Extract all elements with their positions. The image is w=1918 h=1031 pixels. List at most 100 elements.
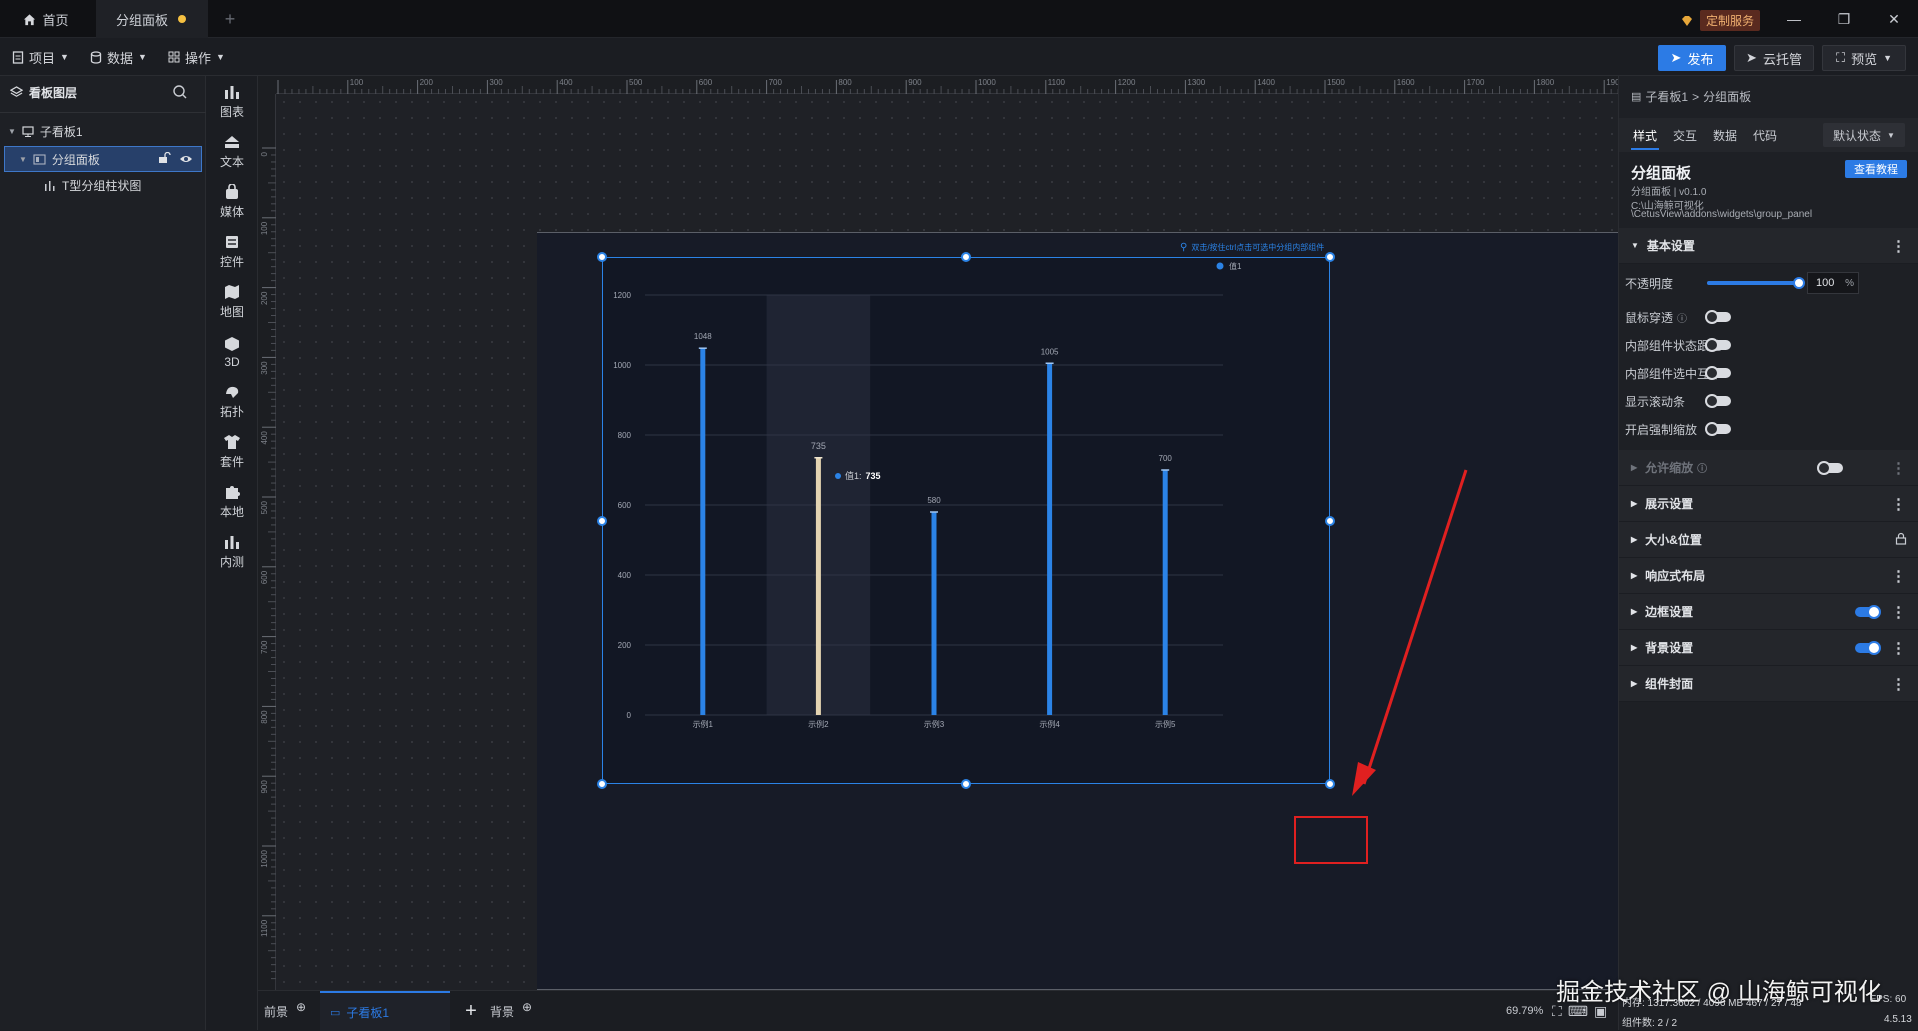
- tab-data[interactable]: 数据: [1713, 127, 1737, 144]
- border-toggle[interactable]: [1855, 605, 1881, 619]
- more-icon[interactable]: ⋮: [1891, 237, 1906, 255]
- home-icon: [24, 13, 36, 25]
- mouse-through-toggle[interactable]: [1705, 310, 1731, 324]
- layer-item-sub-board[interactable]: ▼ 子看板1: [4, 118, 202, 144]
- more-icon[interactable]: ⋮: [1891, 603, 1906, 621]
- opacity-slider-knob[interactable]: [1793, 277, 1805, 289]
- bar[interactable]: [931, 512, 937, 715]
- section-cover[interactable]: ▶ 组件封面 ⋮: [1619, 666, 1918, 702]
- ruler-left[interactable]: 0 100 200 300 400 500 600 700 800 900 1000 1100: [258, 94, 276, 990]
- layer-item-bar-chart[interactable]: T型分组柱状图: [4, 172, 202, 198]
- ruler-label: 1700: [1467, 78, 1485, 87]
- resize-handle[interactable]: [1325, 252, 1335, 262]
- layer-item-group-panel[interactable]: ▼ 分组面板: [4, 146, 202, 172]
- rail-item-chart[interactable]: 图表: [206, 76, 258, 128]
- ruler-left-ticks: 0 100 200 300 400 500 600 700 800 900 1000 1100: [260, 147, 276, 980]
- resize-handle[interactable]: [961, 779, 971, 789]
- state-follow-toggle[interactable]: [1705, 338, 1731, 352]
- new-tab-button[interactable]: +: [216, 0, 244, 38]
- opacity-value: 100: [1816, 277, 1835, 289]
- bar[interactable]: [700, 348, 706, 715]
- allow-zoom-toggle[interactable]: [1817, 461, 1843, 475]
- custom-service-button[interactable]: 定制服务: [1680, 10, 1761, 31]
- bar[interactable]: [1047, 363, 1053, 715]
- section-responsive[interactable]: ▶ 响应式布局 ⋮: [1619, 558, 1918, 594]
- lock-icon[interactable]: [1895, 532, 1907, 548]
- legend-label[interactable]: 值1: [1229, 261, 1242, 271]
- force-scale-toggle[interactable]: [1705, 422, 1731, 436]
- caret-right-icon: ▶: [1631, 463, 1638, 472]
- close-button[interactable]: ✕: [1872, 0, 1916, 38]
- more-icon[interactable]: ⋮: [1891, 459, 1906, 477]
- rail-item-beta[interactable]: 内测: [206, 526, 258, 578]
- bar[interactable]: [815, 457, 821, 715]
- minimize-button[interactable]: —: [1772, 0, 1816, 38]
- bar-chart[interactable]: 0 200 400 600 800 1000 1200 1048 示例1 735 示例2 580 示例3…: [603, 258, 1331, 785]
- publish-button[interactable]: ➤ 发布: [1658, 45, 1726, 71]
- help-icon[interactable]: ⓘ: [1677, 310, 1687, 325]
- section-label: 组件封面: [1645, 677, 1694, 691]
- tutorial-button[interactable]: 查看教程: [1845, 160, 1907, 178]
- tab-style[interactable]: 样式: [1633, 127, 1657, 144]
- resize-handle[interactable]: [1325, 779, 1335, 789]
- exclusive-select-toggle[interactable]: [1705, 366, 1731, 380]
- more-icon[interactable]: ⋮: [1891, 495, 1906, 513]
- rail-item-map[interactable]: 地图: [206, 276, 258, 328]
- group-panel-widget[interactable]: 0 200 400 600 800 1000 1200 1048 示例1 735 示例2 580 示例3…: [602, 257, 1330, 784]
- tab-background[interactable]: 背景 ⊕: [490, 991, 546, 1031]
- add-board-button[interactable]: +: [460, 991, 482, 1031]
- tab-foreground[interactable]: 前景 ⊕: [264, 991, 320, 1031]
- section-background[interactable]: ▶ 背景设置 ⋮: [1619, 630, 1918, 666]
- section-border[interactable]: ▶ 边框设置 ⋮: [1619, 594, 1918, 630]
- rail-item-topology[interactable]: 拓扑: [206, 376, 258, 428]
- tab-sub-board[interactable]: ▭ 子看板1: [320, 991, 450, 1031]
- resize-handle[interactable]: [597, 252, 607, 262]
- menu-operation[interactable]: 操作 ▼: [168, 46, 225, 68]
- more-icon[interactable]: ⋮: [1891, 567, 1906, 585]
- tab-group-panel[interactable]: 分组面板: [96, 0, 208, 38]
- opacity-slider[interactable]: [1707, 277, 1805, 289]
- rail-item-text[interactable]: 文本: [206, 126, 258, 178]
- resize-handle[interactable]: [961, 252, 971, 262]
- more-icon[interactable]: ⋮: [1891, 639, 1906, 657]
- rail-item-label: 图表: [219, 105, 244, 119]
- rail-item-control[interactable]: 控件: [206, 226, 258, 278]
- opacity-input[interactable]: 100 %: [1807, 272, 1859, 294]
- section-size-position[interactable]: ▶ 大小&位置: [1619, 522, 1918, 558]
- tab-home[interactable]: 首页: [0, 0, 92, 38]
- fps-status: FPS: 60: [1870, 994, 1907, 1005]
- unlock-icon[interactable]: [158, 151, 171, 167]
- resize-handle[interactable]: [597, 779, 607, 789]
- background-toggle[interactable]: [1855, 641, 1881, 655]
- maximize-button[interactable]: ❐: [1822, 0, 1866, 38]
- ruler-top[interactable]: 100 200 300 400 500 600 700 800 900 1000 1100 1200 1…: [276, 76, 1618, 94]
- rail-item-local[interactable]: 本地: [206, 476, 258, 528]
- rail-item-media[interactable]: 媒体: [206, 176, 258, 228]
- more-icon[interactable]: ⋮: [1891, 675, 1906, 693]
- ruler-label: 1400: [1257, 78, 1275, 87]
- grid-icon: [168, 51, 180, 63]
- cloud-button[interactable]: ➤ 云托管: [1734, 45, 1814, 71]
- state-select[interactable]: 默认状态 ▼: [1823, 123, 1905, 147]
- resize-handle[interactable]: [1325, 515, 1335, 526]
- tab-interaction[interactable]: 交互: [1673, 127, 1697, 144]
- rail-item-kit[interactable]: 套件: [206, 426, 258, 478]
- resize-handle[interactable]: [597, 515, 607, 526]
- menu-data[interactable]: 数据 ▼: [90, 46, 147, 68]
- zoom-level[interactable]: 69.79%: [1506, 1005, 1543, 1017]
- breadcrumb-parent[interactable]: 子看板1: [1645, 88, 1688, 105]
- section-basic-settings[interactable]: ▼ 基本设置 ⋮: [1619, 228, 1918, 264]
- section-allow-zoom[interactable]: ▶ 允许缩放 ⓘ ⋮: [1619, 450, 1918, 486]
- preview-button[interactable]: ⛶ 预览 ▼: [1822, 45, 1906, 71]
- help-icon[interactable]: ⓘ: [1697, 460, 1707, 475]
- scrollbar-toggle[interactable]: [1705, 394, 1731, 408]
- bar[interactable]: [1162, 470, 1168, 715]
- layer-search-button[interactable]: [172, 84, 188, 103]
- eye-icon[interactable]: [179, 153, 193, 167]
- menu-project[interactable]: 项目 ▼: [12, 46, 69, 68]
- rail-item-3d[interactable]: 3D: [206, 326, 258, 378]
- tab-code[interactable]: 代码: [1753, 127, 1777, 144]
- ruler-label: 600: [699, 78, 713, 87]
- section-display[interactable]: ▶ 展示设置 ⋮: [1619, 486, 1918, 522]
- canvas-area[interactable]: 100 200 300 400 500 600 700 800 900 1000 1100 1200 1…: [258, 76, 1618, 990]
